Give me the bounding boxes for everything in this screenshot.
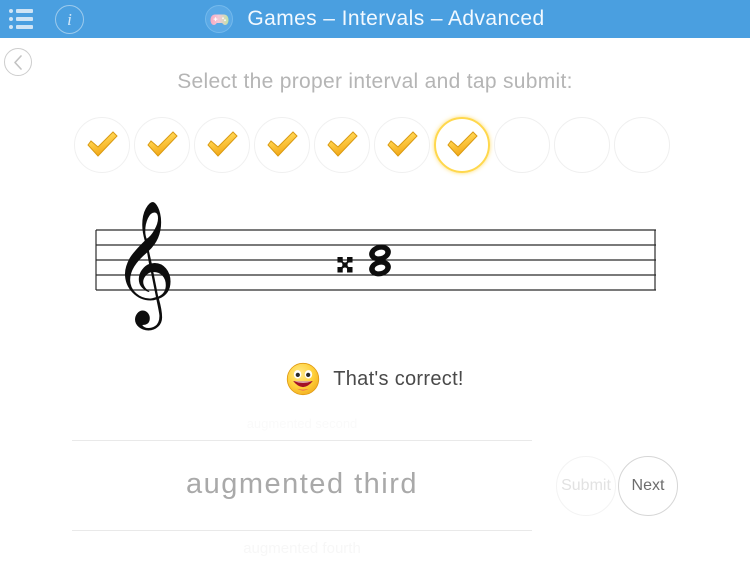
submit-button[interactable]: Submit — [556, 456, 616, 516]
checkmark-icon — [387, 131, 418, 157]
instruction-text: Select the proper interval and tap submi… — [177, 70, 573, 93]
checkmark-icon — [327, 131, 358, 157]
progress-item-1 — [74, 117, 130, 173]
feedback-text: That's correct! — [333, 367, 464, 390]
progress-item-10 — [614, 117, 670, 173]
answer-picker[interactable]: augmented second augmented third augment… — [72, 408, 532, 558]
checkmark-icon — [447, 131, 478, 157]
progress-item-6 — [374, 117, 430, 173]
music-staff: 𝄞 𝄪 — [0, 200, 750, 340]
double-sharp-icon: 𝄪 — [336, 236, 354, 282]
progress-item-5 — [314, 117, 370, 173]
picker-selected-option[interactable]: augmented third — [72, 468, 532, 501]
progress-item-8 — [494, 117, 550, 173]
svg-text:𝄪: 𝄪 — [336, 236, 354, 282]
progress-item-7-current — [434, 117, 490, 173]
app-root: i Games – Intervals – Advanced Select th… — [0, 0, 750, 563]
chevron-left-icon — [13, 54, 22, 70]
svg-text:𝄞: 𝄞 — [112, 200, 176, 330]
picker-next-option[interactable]: augmented fourth — [72, 540, 532, 557]
progress-item-3 — [194, 117, 250, 173]
progress-item-9 — [554, 117, 610, 173]
staff-notation: 𝄞 𝄪 — [95, 200, 656, 330]
picker-divider-bottom — [72, 530, 532, 531]
gamepad-glyph — [210, 14, 229, 25]
app-header: i Games – Intervals – Advanced — [0, 0, 750, 38]
checkmark-icon — [87, 131, 118, 157]
next-button[interactable]: Next — [618, 456, 678, 516]
checkmark-icon — [207, 131, 238, 157]
page-title: Games – Intervals – Advanced — [247, 7, 545, 30]
picker-previous-option[interactable]: augmented second — [72, 416, 532, 431]
progress-item-2 — [134, 117, 190, 173]
treble-clef-icon: 𝄞 — [112, 200, 176, 330]
progress-item-4 — [254, 117, 310, 173]
checkmark-icon — [147, 131, 178, 157]
header-center: Games – Intervals – Advanced — [0, 0, 750, 38]
checkmark-icon — [267, 131, 298, 157]
progress-tracker — [74, 117, 670, 173]
picker-divider-top — [72, 440, 532, 441]
smiling-face-icon — [287, 362, 320, 396]
feedback-row: That's correct! — [0, 362, 750, 396]
gamepad-icon — [205, 5, 234, 33]
action-buttons: Submit Next — [556, 456, 678, 516]
